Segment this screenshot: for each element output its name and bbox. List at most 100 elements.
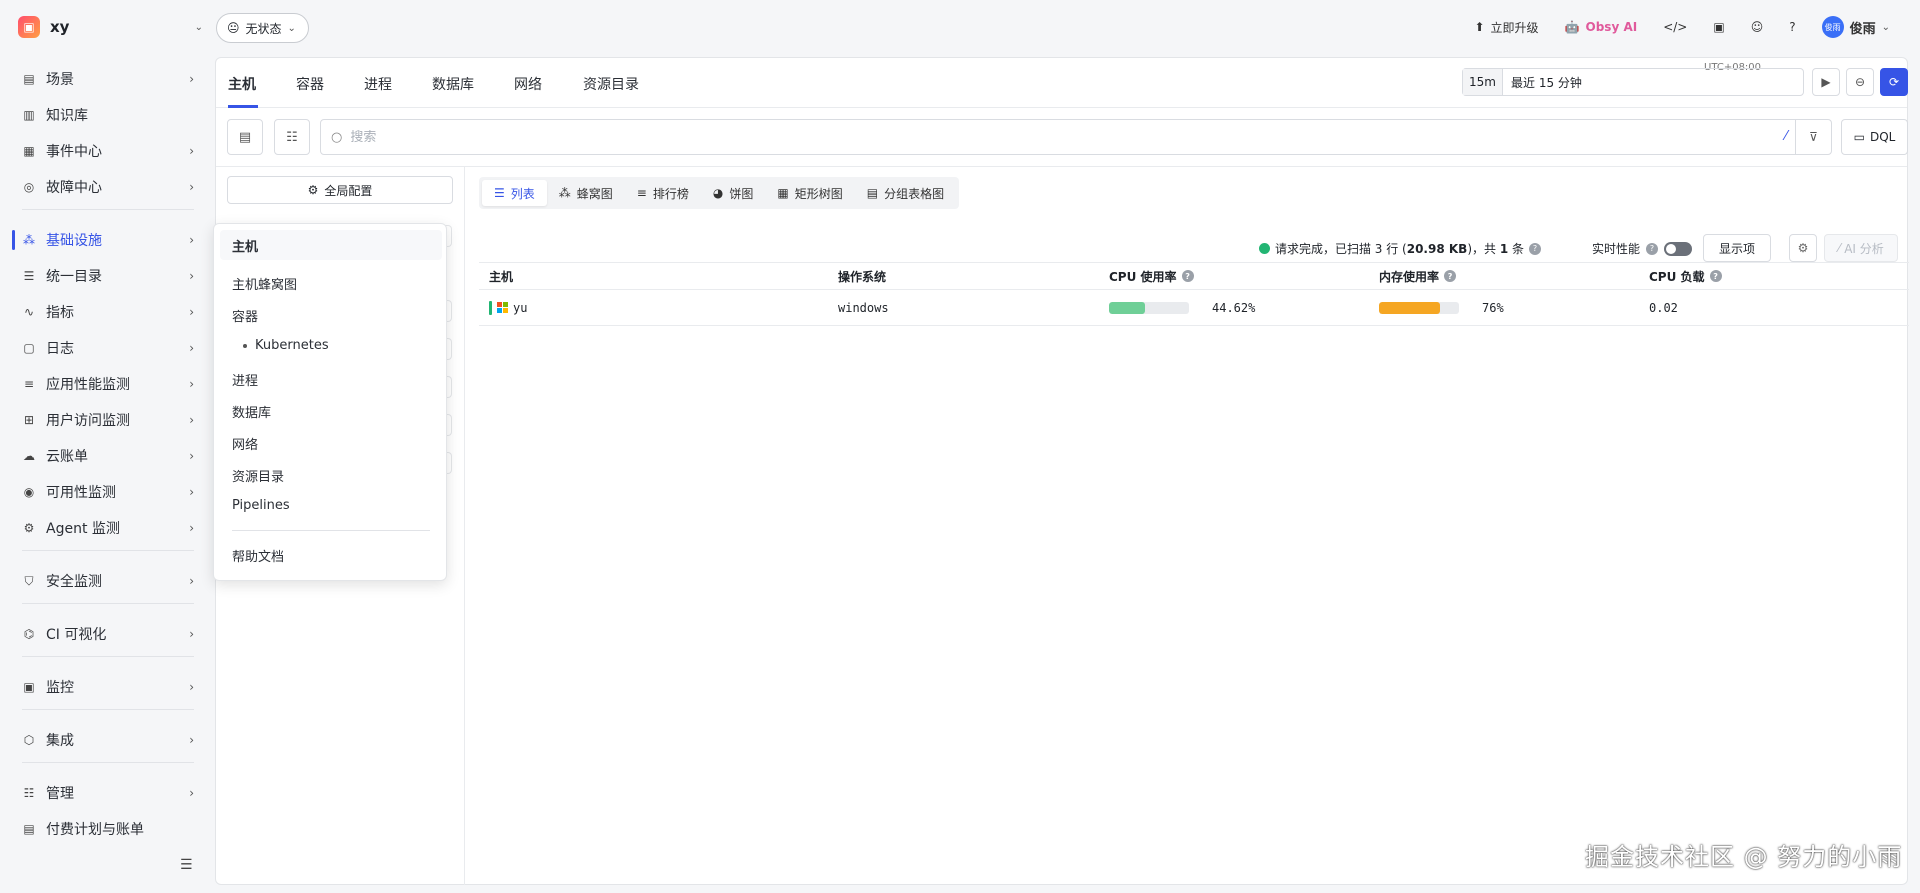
sidebar-item-availability[interactable]: ◉ 可用性监测 › [22,477,194,507]
mem-progress-bar [1379,301,1459,314]
viz-tab-group-table[interactable]: ▤ 分组表格图 [855,180,956,206]
obsy-ai-button[interactable]: 🤖 Obsy AI [1565,20,1638,34]
sidebar-item-events[interactable]: ▦ 事件中心 › [22,136,194,166]
viz-tab-ranking[interactable]: ≡ 排行榜 [625,180,701,206]
time-range-picker[interactable]: 15m 最近 15 分钟 [1462,68,1804,96]
col-mem[interactable]: 内存使用率? [1379,263,1457,289]
viz-tab-pie[interactable]: ◕ 饼图 [701,180,766,206]
tab-resource-catalog[interactable]: 资源目录 [583,74,639,94]
col-host[interactable]: 主机 [489,263,513,289]
viz-tab-treemap[interactable]: ▦ 矩形树图 [765,180,854,206]
status-button[interactable]: 😐 无状态 ⌄ [216,13,309,43]
menu-item-kubernetes[interactable]: Kubernetes [243,338,329,353]
ai-analysis-button[interactable]: ⁄ AI 分析 [1824,234,1898,262]
sidebar-item-infra[interactable]: ⁂ 基础设施 › [22,225,194,255]
play-button[interactable]: ▶ [1812,68,1840,96]
visualization-tabs: ☰ 列表 ⁂ 蜂窝图 ≡ 排行榜 ◕ 饼图 ▦ 矩形树图 ▤ 分组表格图 [479,177,960,209]
workspace-switcher[interactable]: ▣ xy ⌄ [18,16,203,38]
search-box: ○ ⁄ ⊽ [320,119,1832,155]
menu-item-network[interactable]: 网络 [232,434,258,453]
success-icon [1258,243,1270,254]
search-input[interactable] [350,129,1651,145]
sidebar-item-cloud-bill[interactable]: ☁ 云账单 › [22,441,194,471]
upgrade-label: 立即升级 [1490,20,1539,35]
realtime-label: 实时性能 [1591,242,1640,256]
realtime-toggle-group: 实时性能 ? [1592,240,1692,257]
help-icon[interactable]: ? [1444,270,1457,282]
tab-process[interactable]: 进程 [364,74,392,94]
sidebar-item-scene[interactable]: ▤ 场景 › [22,64,194,94]
viz-tab-hexagon[interactable]: ⁂ 蜂窝图 [547,180,625,206]
sidebar-item-agent[interactable]: ⚙ Agent 监测 › [22,513,194,543]
upgrade-button[interactable]: ⬆ 立即升级 [1474,19,1538,36]
sidebar-item-integration[interactable]: ⬡ 集成 › [22,725,194,755]
ai-query-icon[interactable]: ⁄ [1785,129,1787,144]
sidebar-divider [22,762,194,763]
user-menu[interactable]: 俊雨 俊雨 ⌄ [1821,16,1890,38]
ci-icon: ⌬ [23,627,35,641]
sidebar-item-catalog[interactable]: ☰ 统一目录 › [22,261,194,291]
tab-host[interactable]: 主机 [228,74,256,94]
active-indicator [12,230,15,250]
workspace-logo-icon: ▣ [18,16,40,38]
settings-button[interactable]: ⚙ [1789,234,1817,262]
sidebar-item-monitor[interactable]: ▣ 监控 › [22,672,194,702]
menu-item-database[interactable]: 数据库 [232,402,271,421]
chevron-right-icon: › [189,377,194,391]
sidebar-item-manage[interactable]: ☷ 管理 › [22,778,194,808]
sidebar-item-knowledge[interactable]: ▥ 知识库 [22,100,194,130]
saved-views-button[interactable]: ▤ [227,119,263,155]
col-os[interactable]: 操作系统 [838,263,886,289]
sidebar-item-ci[interactable]: ⌬ CI 可视化 › [22,619,194,649]
sidebar-item-faults[interactable]: ◎ 故障中心 › [22,172,194,202]
sidebar-item-billing[interactable]: ▤ 付费计划与账单 [22,814,194,844]
menu-item-host[interactable]: 主机 [220,230,442,260]
collapse-sidebar-icon[interactable]: ☰ [180,857,193,873]
col-load[interactable]: CPU 负载? [1649,263,1722,289]
workspace-name: xy [50,18,70,36]
host-cell[interactable]: yu [489,290,527,325]
menu-item-process[interactable]: 进程 [232,370,258,389]
screen-icon[interactable]: ▣ [1713,20,1724,34]
calendar-icon: ▦ [23,144,35,158]
zoom-out-button[interactable]: ⊖ [1846,68,1874,96]
sidebar-item-logs[interactable]: ▢ 日志 › [22,333,194,363]
tab-network[interactable]: 网络 [514,74,542,94]
status-emoji-icon: 😐 [227,21,240,35]
chevron-right-icon: › [189,680,194,694]
filter-settings-button[interactable]: ☷ [274,119,310,155]
menu-item-container[interactable]: 容器 [232,306,258,325]
sidebar-item-metrics[interactable]: ∿ 指标 › [22,297,194,327]
display-columns-button[interactable]: 显示项 [1703,234,1771,262]
chevron-right-icon: › [189,144,194,158]
viz-tab-list[interactable]: ☰ 列表 [482,180,547,206]
help-icon[interactable]: ? [1181,270,1194,282]
menu-item-host-hexagon[interactable]: 主机蜂窝图 [232,274,297,293]
sidebar-item-rum[interactable]: ⊞ 用户访问监测 › [22,405,194,435]
help-icon[interactable]: ? [1709,270,1722,282]
menu-item-resource-catalog[interactable]: 资源目录 [232,466,284,485]
tab-database[interactable]: 数据库 [432,74,474,94]
windows-icon [497,302,508,313]
dql-button[interactable]: ▭ DQL [1841,119,1908,155]
chevron-right-icon: › [189,449,194,463]
refresh-button[interactable]: ⟳ [1880,68,1908,96]
realtime-toggle[interactable] [1664,241,1692,256]
sidebar-item-apm[interactable]: ≡ 应用性能监测 › [22,369,194,399]
tab-container[interactable]: 容器 [296,74,324,94]
global-config-button[interactable]: ⚙ 全局配置 [227,176,453,204]
col-cpu[interactable]: CPU 使用率? [1109,263,1194,289]
chevron-down-icon: ⌄ [287,22,296,34]
chevron-right-icon: › [189,521,194,535]
table-row[interactable]: yu windows 44.62% 76% 0.02 [479,290,1909,326]
help-icon[interactable]: ? [1646,242,1658,255]
sidebar-item-security[interactable]: ⛉ 安全监测 › [22,566,194,596]
help-icon[interactable]: ? [1529,242,1541,255]
user-icon[interactable]: ☺ [1751,20,1764,34]
filter-icon[interactable]: ⊽ [1795,120,1831,154]
chevron-right-icon: › [189,413,194,427]
menu-item-help-docs[interactable]: 帮助文档 [232,546,284,565]
code-icon[interactable]: </> [1663,20,1687,34]
menu-item-pipelines[interactable]: Pipelines [232,498,290,513]
help-icon[interactable]: ? [1789,20,1795,34]
